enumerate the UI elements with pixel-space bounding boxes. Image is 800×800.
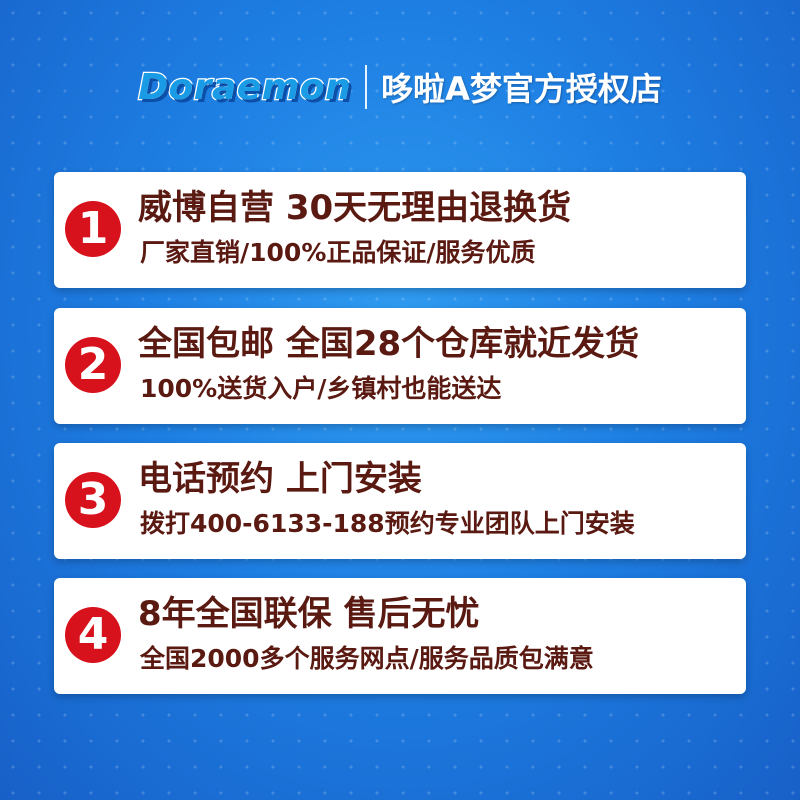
doraemon-logo: Doraemon <box>137 65 352 109</box>
card-title: 威博自营 30天无理由退换货 <box>138 188 572 228</box>
number-badge: 3 <box>65 472 121 528</box>
number-badge: 2 <box>65 337 121 393</box>
number-badge: 4 <box>65 607 121 663</box>
card-title: 电话预约 上门安装 <box>138 459 422 499</box>
service-card-1: 1 威博自营 30天无理由退换货 厂家直销/100%正品保证/服务优质 <box>54 172 746 288</box>
header-divider <box>365 65 368 109</box>
card-subtitle: 拨打400-6133-188预约专业团队上门安装 <box>140 509 635 538</box>
card-subtitle: 厂家直销/100%正品保证/服务优质 <box>140 238 536 267</box>
service-card-4: 4 8年全国联保 售后无忧 全国2000多个服务网点/服务品质包满意 <box>54 578 746 694</box>
brand-header: Doraemon 哆啦A梦官方授权店 <box>0 52 800 122</box>
shop-name: 哆啦A梦官方授权店 <box>381 70 662 108</box>
card-subtitle: 100%送货入户/乡镇村也能送达 <box>140 374 502 403</box>
card-title: 全国包邮 全国28个仓库就近发货 <box>138 324 640 364</box>
number-badge: 1 <box>65 201 121 257</box>
card-subtitle: 全国2000多个服务网点/服务品质包满意 <box>140 644 594 673</box>
service-card-2: 2 全国包邮 全国28个仓库就近发货 100%送货入户/乡镇村也能送达 <box>54 308 746 424</box>
service-card-3: 3 电话预约 上门安装 拨打400-6133-188预约专业团队上门安装 <box>54 443 746 559</box>
card-title: 8年全国联保 售后无忧 <box>138 594 480 634</box>
